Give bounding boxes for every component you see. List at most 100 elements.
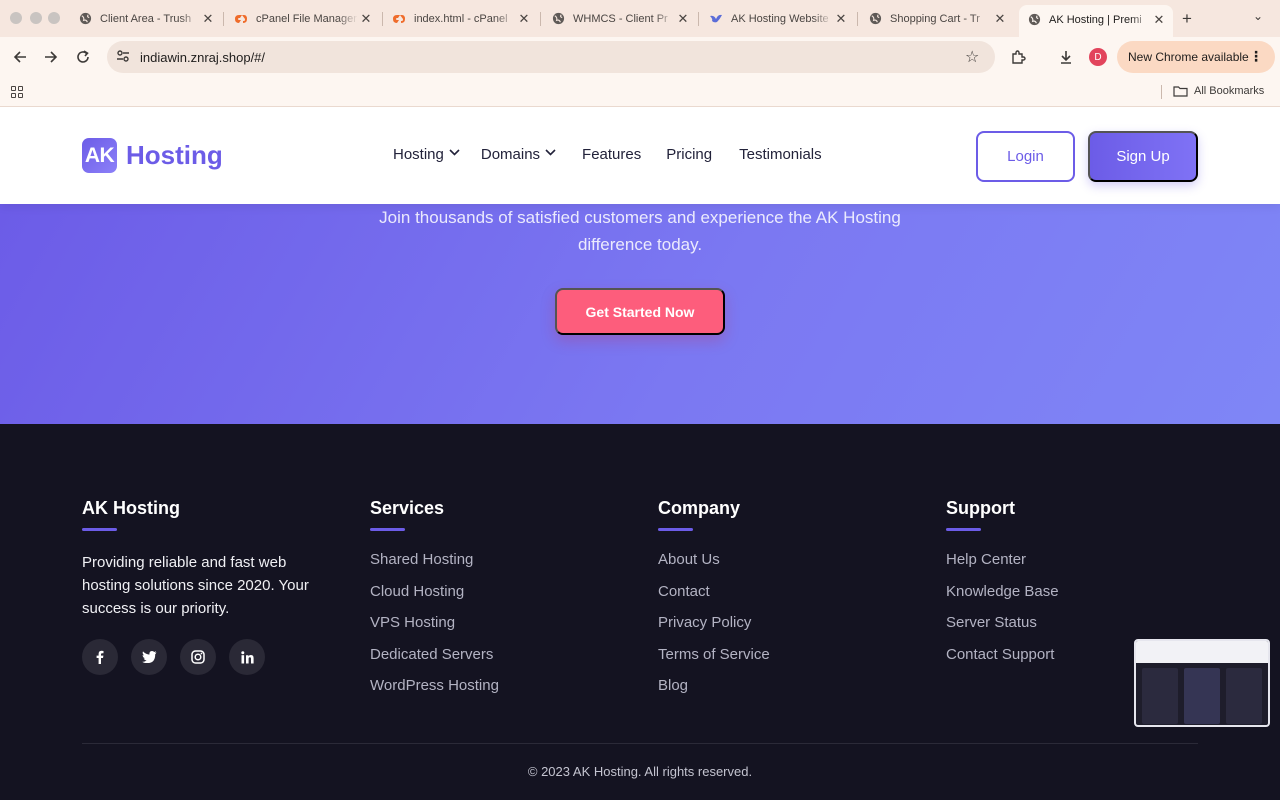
footer-link-privacy-policy[interactable]: Privacy Policy bbox=[658, 614, 770, 646]
tab-close-icon[interactable]: ✕ bbox=[200, 11, 216, 27]
nav-item-features[interactable]: Features bbox=[582, 146, 641, 163]
folder-icon bbox=[1173, 86, 1188, 97]
footer-link-dedicated-servers[interactable]: Dedicated Servers bbox=[370, 646, 499, 678]
footer-support: Support Help Center Knowledge Base Serve… bbox=[946, 498, 1059, 677]
main-nav: Hosting Domains Features Pricing Testimo… bbox=[393, 146, 822, 163]
footer-link-terms[interactable]: Terms of Service bbox=[658, 646, 770, 678]
browser-tab[interactable]: index.html - cPanel ✕ bbox=[392, 5, 532, 32]
footer-heading: Support bbox=[946, 498, 1015, 518]
login-button[interactable]: Login bbox=[976, 131, 1075, 182]
footer-link-contact-support[interactable]: Contact Support bbox=[946, 646, 1059, 678]
footer-about-text: Providing reliable and fast web hosting … bbox=[82, 554, 309, 617]
footer-link-about-us[interactable]: About Us bbox=[658, 551, 770, 583]
footer-divider bbox=[82, 743, 1198, 744]
nav-label: Testimonials bbox=[739, 146, 822, 163]
signup-button[interactable]: Sign Up bbox=[1088, 131, 1198, 182]
tab-title: index.html - cPanel bbox=[414, 12, 508, 25]
site-header: AK Hosting Hosting Domains Features Pric… bbox=[0, 108, 1280, 204]
footer-link-knowledge-base[interactable]: Knowledge Base bbox=[946, 583, 1059, 615]
footer-heading: AK Hosting bbox=[82, 498, 180, 518]
window-close-button[interactable] bbox=[10, 12, 22, 24]
screenshot-preview-thumbnail[interactable] bbox=[1134, 639, 1270, 727]
footer-about: AK Hosting Providing reliable and fast w… bbox=[82, 498, 327, 675]
browser-tab[interactable]: AK Hosting Website ✕ bbox=[709, 5, 849, 32]
footer-link-help-center[interactable]: Help Center bbox=[946, 551, 1059, 583]
globe-icon bbox=[868, 12, 882, 26]
heading-underline bbox=[370, 528, 405, 531]
footer-heading: Services bbox=[370, 498, 445, 518]
browser-tab[interactable]: WHMCS - Client Pr ✕ bbox=[551, 5, 691, 32]
tab-title: WHMCS - Client Pr bbox=[573, 12, 668, 25]
cpanel-icon bbox=[234, 12, 248, 26]
apps-grid-icon[interactable] bbox=[11, 86, 23, 98]
footer-company: Company About Us Contact Privacy Policy … bbox=[658, 498, 770, 709]
nav-label: Domains bbox=[480, 146, 541, 163]
footer-link-shared-hosting[interactable]: Shared Hosting bbox=[370, 551, 499, 583]
cpanel-icon bbox=[392, 12, 406, 26]
address-bar[interactable]: indiawin.znraj.shop/#/ ☆ bbox=[107, 41, 995, 73]
tab-close-icon[interactable]: ✕ bbox=[833, 11, 849, 27]
site-settings-icon[interactable] bbox=[116, 49, 130, 68]
window-zoom-button[interactable] bbox=[48, 12, 60, 24]
tab-search-chevron-icon[interactable]: ⌄ bbox=[1253, 9, 1263, 23]
tab-title: Shopping Cart - Tr bbox=[890, 12, 980, 25]
reload-icon[interactable] bbox=[73, 47, 93, 67]
new-tab-button[interactable]: + bbox=[1182, 9, 1192, 29]
linkedin-icon[interactable] bbox=[229, 639, 265, 675]
heading-underline bbox=[658, 528, 693, 531]
heading-underline bbox=[946, 528, 981, 531]
nav-item-hosting[interactable]: Hosting bbox=[393, 146, 460, 163]
cta-section: Join thousands of satisfied customers an… bbox=[0, 204, 1280, 424]
heading-underline bbox=[82, 528, 117, 531]
profile-avatar[interactable]: D bbox=[1089, 48, 1107, 66]
browser-tab[interactable]: Client Area - Trush ✕ bbox=[78, 5, 216, 32]
site-logo[interactable]: AK Hosting bbox=[82, 138, 223, 173]
more-menu-icon[interactable]: ⋮ bbox=[1249, 48, 1263, 65]
download-icon[interactable] bbox=[1056, 47, 1076, 67]
tab-close-icon[interactable]: ✕ bbox=[358, 11, 374, 27]
web-page: AK Hosting Hosting Domains Features Pric… bbox=[0, 108, 1280, 800]
nav-label: Hosting bbox=[393, 146, 444, 163]
nav-label: Features bbox=[582, 146, 642, 163]
footer-link-contact[interactable]: Contact bbox=[658, 583, 770, 615]
tab-title: Client Area - Trush bbox=[100, 12, 192, 25]
copyright-text: © 2023 AK Hosting. All rights reserved. bbox=[527, 764, 753, 779]
cta-text: Join thousands of satisfied customers an… bbox=[379, 208, 901, 254]
tab-title: AK Hosting Website bbox=[731, 12, 829, 25]
footer-heading: Company bbox=[658, 498, 741, 518]
browser-tab-active[interactable]: AK Hosting | Premi ✕ bbox=[1019, 5, 1173, 37]
extensions-puzzle-icon[interactable] bbox=[1008, 47, 1028, 67]
bookmarks-bar: All Bookmarks bbox=[0, 77, 1280, 107]
footer-link-server-status[interactable]: Server Status bbox=[946, 614, 1059, 646]
all-bookmarks-button[interactable]: All Bookmarks bbox=[1173, 85, 1264, 97]
footer-link-vps-hosting[interactable]: VPS Hosting bbox=[370, 614, 499, 646]
globe-icon bbox=[1027, 13, 1041, 27]
browser-toolbar: indiawin.znraj.shop/#/ ☆ D New Chrome av… bbox=[0, 37, 1280, 77]
url-text: indiawin.znraj.shop/#/ bbox=[140, 50, 266, 65]
get-started-button[interactable]: Get Started Now bbox=[555, 288, 725, 335]
instagram-icon[interactable] bbox=[180, 639, 216, 675]
browser-tab[interactable]: cPanel File Manager ✕ bbox=[234, 5, 374, 32]
tab-close-icon[interactable]: ✕ bbox=[516, 11, 532, 27]
tab-close-icon[interactable]: ✕ bbox=[1151, 12, 1167, 28]
browser-tab[interactable]: Shopping Cart - Tr ✕ bbox=[868, 5, 1008, 32]
back-arrow-icon[interactable] bbox=[10, 47, 30, 67]
footer-link-cloud-hosting[interactable]: Cloud Hosting bbox=[370, 583, 499, 615]
tab-close-icon[interactable]: ✕ bbox=[992, 11, 1008, 27]
twitter-icon[interactable] bbox=[131, 639, 167, 675]
bookmark-star-icon[interactable]: ☆ bbox=[965, 47, 979, 67]
window-minimize-button[interactable] bbox=[30, 12, 42, 24]
chrome-update-button[interactable]: New Chrome available ⋮ bbox=[1117, 41, 1275, 73]
nav-item-pricing[interactable]: Pricing bbox=[666, 146, 712, 163]
tab-title: AK Hosting | Premi bbox=[1049, 13, 1142, 26]
nav-item-domains[interactable]: Domains bbox=[481, 146, 556, 163]
globe-icon bbox=[551, 12, 565, 26]
chevron-down-icon bbox=[545, 148, 556, 159]
footer-link-wordpress-hosting[interactable]: WordPress Hosting bbox=[370, 677, 499, 709]
forward-arrow-icon[interactable] bbox=[41, 47, 61, 67]
tab-close-icon[interactable]: ✕ bbox=[675, 11, 691, 27]
nav-item-testimonials[interactable]: Testimonials bbox=[739, 146, 822, 163]
facebook-icon[interactable] bbox=[82, 639, 118, 675]
footer-services: Services Shared Hosting Cloud Hosting VP… bbox=[370, 498, 499, 709]
footer-link-blog[interactable]: Blog bbox=[658, 677, 770, 709]
